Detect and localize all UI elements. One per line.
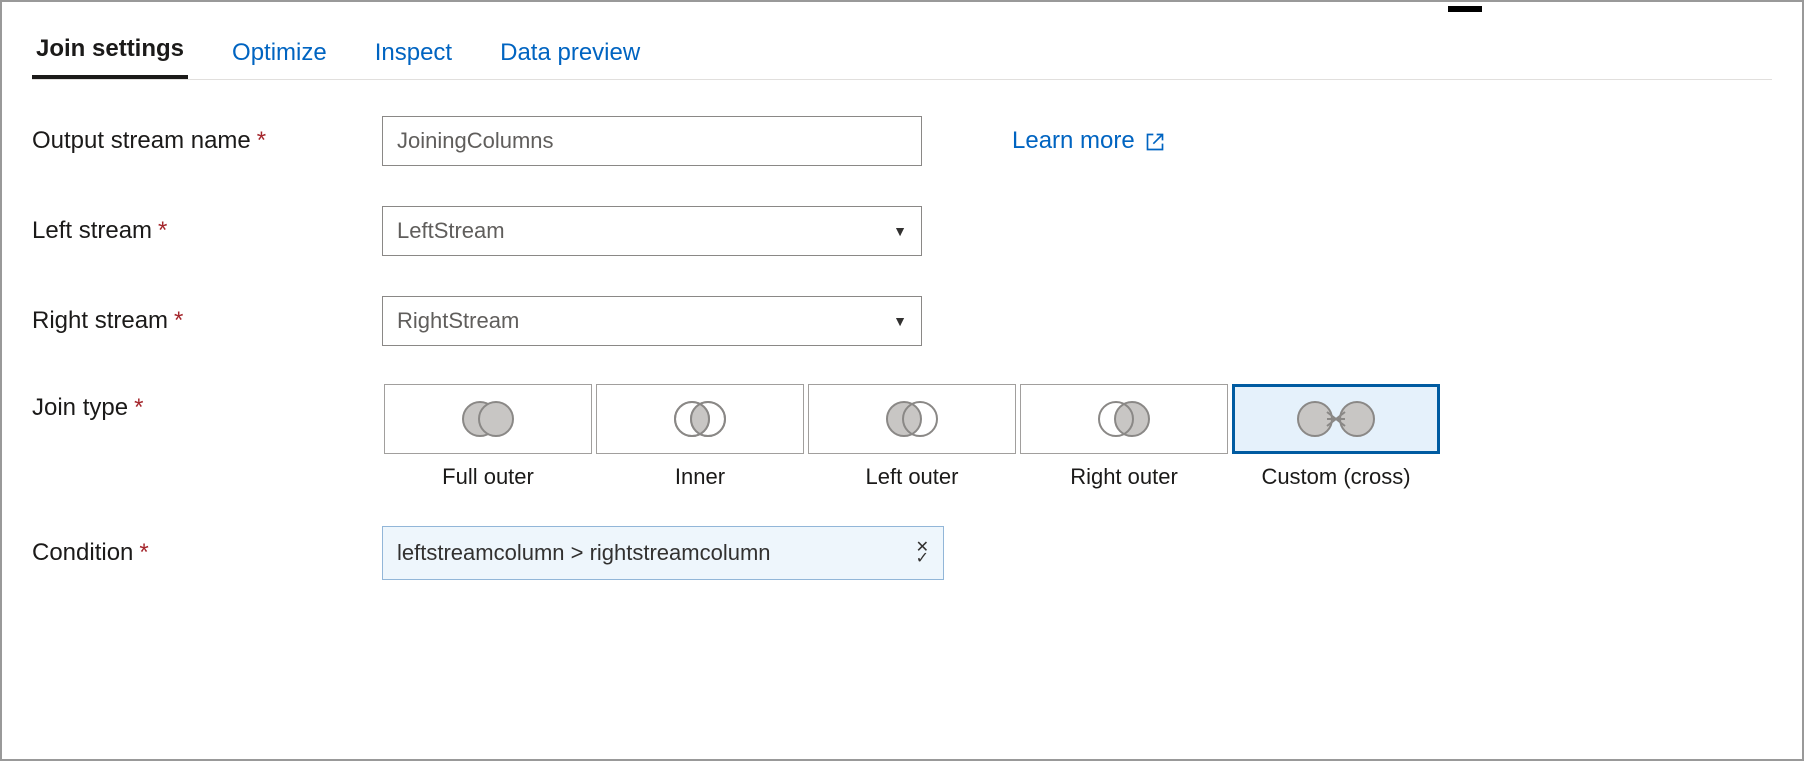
condition-validate-icon: ✕✓	[916, 542, 929, 564]
join-type-group: Full outer Inner	[382, 384, 1442, 490]
left-outer-icon	[877, 399, 947, 439]
join-type-label: Left outer	[866, 464, 959, 490]
join-type-right-outer: Right outer	[1018, 384, 1230, 490]
full-outer-icon	[453, 399, 523, 439]
join-type-right-outer-button[interactable]	[1020, 384, 1228, 454]
join-type-label: Full outer	[442, 464, 534, 490]
join-type-full-outer: Full outer	[382, 384, 594, 490]
label-text: Condition	[32, 539, 133, 566]
form-area: Output stream name* Learn more Left stre…	[32, 114, 1772, 580]
inner-icon	[665, 399, 735, 439]
label-output-stream: Output stream name*	[32, 127, 382, 155]
join-type-left-outer-button[interactable]	[808, 384, 1016, 454]
condition-text: leftstreamcolumn > rightstreamcolumn	[397, 540, 771, 566]
tab-data-preview[interactable]: Data preview	[496, 39, 644, 79]
join-type-inner-button[interactable]	[596, 384, 804, 454]
join-type-custom-cross: Custom (cross)	[1230, 384, 1442, 490]
window-handle	[1448, 6, 1482, 12]
join-type-inner: Inner	[594, 384, 806, 490]
label-join-type: Join type*	[32, 384, 382, 422]
label-text: Output stream name	[32, 127, 251, 154]
label-left-stream: Left stream*	[32, 217, 382, 245]
left-stream-select[interactable]: LeftStream ▼	[382, 206, 922, 256]
required-asterisk: *	[257, 127, 266, 154]
row-left-stream: Left stream* LeftStream ▼	[32, 204, 1772, 258]
row-condition: Condition* leftstreamcolumn > rightstrea…	[32, 526, 1772, 580]
tab-join-settings[interactable]: Join settings	[32, 35, 188, 79]
chevron-down-icon: ▼	[893, 223, 907, 239]
tabs-bar: Join settings Optimize Inspect Data prev…	[32, 26, 1772, 80]
right-stream-value: RightStream	[397, 308, 519, 334]
left-stream-value: LeftStream	[397, 218, 505, 244]
cross-join-icon	[1291, 399, 1381, 439]
required-asterisk: *	[158, 217, 167, 244]
label-right-stream: Right stream*	[32, 307, 382, 335]
row-right-stream: Right stream* RightStream ▼	[32, 294, 1772, 348]
condition-input[interactable]: leftstreamcolumn > rightstreamcolumn ✕✓	[382, 526, 944, 580]
label-text: Left stream	[32, 217, 152, 244]
chevron-down-icon: ▼	[893, 313, 907, 329]
join-type-label: Inner	[675, 464, 725, 490]
join-type-label: Custom (cross)	[1261, 464, 1410, 490]
right-outer-icon	[1089, 399, 1159, 439]
label-condition: Condition*	[32, 539, 382, 567]
label-text: Join type	[32, 394, 128, 421]
required-asterisk: *	[174, 307, 183, 334]
right-stream-select[interactable]: RightStream ▼	[382, 296, 922, 346]
required-asterisk: *	[134, 394, 143, 421]
join-type-custom-cross-button[interactable]	[1232, 384, 1440, 454]
join-type-left-outer: Left outer	[806, 384, 1018, 490]
join-type-label: Right outer	[1070, 464, 1178, 490]
required-asterisk: *	[139, 539, 148, 566]
output-stream-input[interactable]	[382, 116, 922, 166]
row-join-type: Join type* Full outer	[32, 384, 1772, 490]
external-link-icon	[1145, 131, 1165, 151]
tab-inspect[interactable]: Inspect	[371, 39, 456, 79]
tab-optimize[interactable]: Optimize	[228, 39, 331, 79]
label-text: Right stream	[32, 307, 168, 334]
join-type-full-outer-button[interactable]	[384, 384, 592, 454]
learn-more-link[interactable]: Learn more	[1012, 127, 1165, 155]
learn-more-text: Learn more	[1012, 127, 1135, 155]
row-output-stream: Output stream name* Learn more	[32, 114, 1772, 168]
